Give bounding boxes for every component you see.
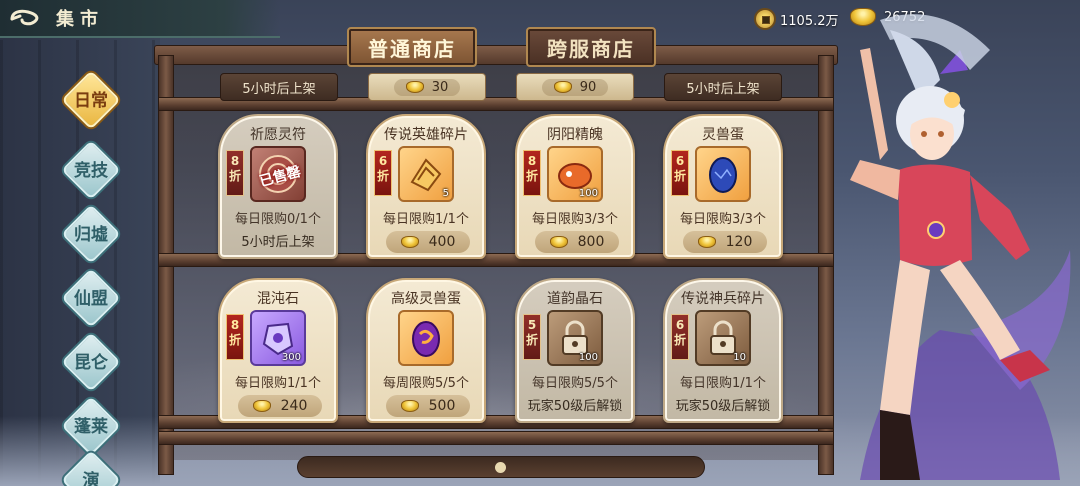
shelf-scrollbar[interactable]: [297, 456, 705, 478]
yinyang-spirit-icon: 100: [547, 146, 603, 202]
hero-fragment-icon: 5: [398, 146, 454, 202]
restock-tag: 5小时后上架: [664, 73, 782, 101]
coin-icon: [754, 8, 776, 30]
purchase-limit: 每日限购1/1个: [383, 212, 469, 227]
gold-ingot-icon: [405, 81, 424, 93]
price-tag[interactable]: 30: [368, 73, 486, 101]
nav-tab-alliance[interactable]: 仙盟: [61, 268, 121, 328]
item-name: 高级灵兽蛋: [391, 291, 461, 307]
discount-badge: 6折: [374, 150, 392, 196]
discount-badge: 5折: [523, 314, 541, 360]
unlock-requirement: 玩家50级后解锁: [527, 399, 623, 414]
item-name: 混沌石: [257, 291, 299, 307]
item-quantity: 100: [578, 352, 598, 363]
gold-ingot-icon: [549, 236, 568, 248]
purchase-limit: 每日限购1/1个: [235, 376, 321, 391]
purchase-limit: 每日限购5/5个: [532, 376, 618, 391]
purchase-limit: 每日限购3/3个: [532, 212, 618, 227]
item-quantity: 5: [442, 188, 449, 199]
item-name: 祈愿灵符: [250, 127, 306, 143]
lock-icon: 10: [695, 310, 751, 366]
scroll-thumb[interactable]: [495, 462, 506, 473]
discount-badge: 6折: [671, 150, 689, 196]
buy-price-button[interactable]: 500: [386, 395, 470, 417]
nav-tab-more[interactable]: 演: [61, 450, 121, 486]
item-name: 灵兽蛋: [702, 127, 744, 143]
restock-timer: 5小时后上架: [241, 235, 315, 250]
page-title: 集市: [56, 9, 104, 30]
top-bar: 集市: [0, 0, 280, 38]
nav-tab-arena[interactable]: 竞技: [61, 140, 121, 200]
back-arrow-icon: [10, 9, 39, 26]
back-button[interactable]: [8, 6, 46, 32]
discount-badge: 8折: [226, 150, 244, 196]
nav-tab-guixu[interactable]: 归墟: [61, 204, 121, 264]
buy-price-button[interactable]: 800: [535, 231, 619, 253]
item-quantity: 300: [281, 352, 301, 363]
purchase-limit: 每日限购0/1个: [235, 212, 321, 227]
shop-item-card[interactable]: 道韵晶石 5折 100 每日限购5/5个 玩家50级后解锁: [515, 278, 635, 423]
nav-tab-daily[interactable]: 日常: [61, 70, 121, 130]
lock-icon: 100: [547, 310, 603, 366]
nav-tab-penglai[interactable]: 蓬莱: [61, 396, 121, 456]
restock-tag: 5小时后上架: [220, 73, 338, 101]
gold-ingot-icon: [400, 400, 419, 412]
gold-ingot-icon: [697, 236, 716, 248]
purchase-limit: 每日限购3/3个: [680, 212, 766, 227]
beast-egg-icon: [695, 146, 751, 202]
advanced-egg-icon: [398, 310, 454, 366]
tab-normal-shop[interactable]: 普通商店: [347, 27, 477, 67]
gold-ingot-icon: [553, 81, 572, 93]
item-quantity: 100: [578, 188, 598, 199]
shop-item-card[interactable]: 祈愿灵符 8折 已售罄 每日限购0/1个 5小时后上架: [218, 114, 338, 259]
talisman-icon: 已售罄: [250, 146, 306, 202]
tab-cross-server-shop[interactable]: 跨服商店: [526, 27, 656, 67]
discount-badge: 6折: [671, 314, 689, 360]
buy-price-button[interactable]: 120: [683, 231, 767, 253]
buy-price-button[interactable]: 240: [238, 395, 322, 417]
shop-item-card[interactable]: 高级灵兽蛋 每周限购5/5个 500: [366, 278, 486, 423]
discount-badge: 8折: [523, 150, 541, 196]
chaos-stone-icon: 300: [250, 310, 306, 366]
gold-ingot-icon: [400, 236, 419, 248]
unlock-requirement: 玩家50级后解锁: [675, 399, 771, 414]
nav-tab-kunlun[interactable]: 昆仑: [61, 332, 121, 392]
gold-ingot-icon: [252, 400, 271, 412]
buy-price-button[interactable]: 400: [386, 231, 470, 253]
item-name: 传说神兵碎片: [681, 291, 765, 307]
shop-item-card[interactable]: 阴阳精魄 8折 100 每日限购3/3个 800: [515, 114, 635, 259]
shop-item-card[interactable]: 传说英雄碎片 6折 5 每日限购1/1个 400: [366, 114, 486, 259]
shop-item-card[interactable]: 灵兽蛋 6折 每日限购3/3个 120: [663, 114, 783, 259]
price-tag[interactable]: 90: [516, 73, 634, 101]
shop-item-card[interactable]: 混沌石 8折 300 每日限购1/1个 240: [218, 278, 338, 423]
shop-item-card[interactable]: 传说神兵碎片 6折 10 每日限购1/1个 玩家50级后解锁: [663, 278, 783, 423]
item-name: 道韵晶石: [547, 291, 603, 307]
sold-out-stamp: 已售罄: [257, 163, 303, 191]
item-name: 传说英雄碎片: [384, 127, 468, 143]
discount-badge: 8折: [226, 314, 244, 360]
purchase-limit: 每日限购1/1个: [680, 376, 766, 391]
character-illustration: [850, 14, 1071, 480]
purchase-limit: 每周限购5/5个: [383, 376, 469, 391]
item-name: 阴阳精魄: [547, 127, 603, 143]
item-quantity: 10: [733, 352, 746, 363]
